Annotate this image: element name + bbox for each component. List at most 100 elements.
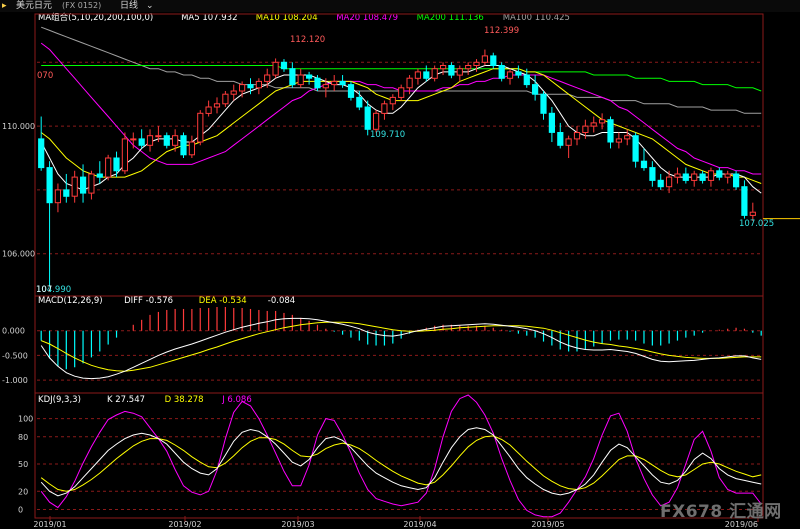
j-line: [40, 394, 762, 518]
candle-body: [716, 170, 723, 178]
candle-body: [414, 71, 421, 79]
candle-body: [590, 122, 597, 127]
y-tick-label: 110.000: [2, 122, 35, 131]
candle-body: [666, 176, 673, 188]
candle-body: [682, 173, 689, 181]
candle-body: [222, 93, 229, 105]
candle-body: [448, 65, 455, 76]
candle-body: [63, 189, 70, 197]
candle-body: [615, 138, 622, 143]
candle-body: [54, 189, 61, 204]
k-line: [40, 427, 762, 497]
candle-body: [138, 138, 145, 146]
y-tick-label: 106.000: [2, 250, 35, 259]
candle-body: [197, 112, 204, 143]
candle-body: [389, 96, 396, 105]
candle-body: [255, 80, 262, 89]
watermark-logo: FX678 汇通网: [660, 502, 782, 522]
candle-body: [431, 68, 438, 79]
ma20-line: [40, 42, 762, 175]
candle-body: [213, 103, 221, 108]
last-price-label: 107.025: [739, 219, 774, 229]
candle-body: [573, 132, 581, 140]
x-tick-label: 2019/01: [33, 520, 66, 529]
candle-body: [498, 65, 505, 79]
candle-body: [649, 167, 656, 181]
x-tick-label: 2019/03: [281, 520, 314, 529]
candle-body: [381, 103, 388, 114]
candle-body: [373, 112, 380, 130]
candle-body: [624, 135, 631, 140]
candle-body: [347, 84, 355, 98]
dea-line: [41, 321, 762, 372]
candle-body: [356, 96, 363, 108]
candle-body: [239, 84, 246, 92]
candle-body: [741, 186, 748, 216]
y-tick-label: -1.000: [2, 376, 28, 385]
candle-body: [532, 84, 539, 95]
candle-body: [88, 173, 95, 194]
x-tick-label: 2019/02: [168, 520, 201, 529]
candle-body: [96, 173, 103, 178]
candle-body: [247, 84, 254, 89]
candle-body: [699, 173, 706, 181]
y-tick-label: 80: [18, 433, 28, 442]
candle-body: [297, 74, 304, 86]
pane-frame: [34, 295, 764, 394]
candle-body: [46, 167, 53, 204]
left-label: 070: [37, 71, 53, 81]
diff-line: [40, 317, 762, 380]
candle-body: [38, 138, 45, 169]
candle-body: [523, 74, 530, 86]
candle-body: [565, 138, 572, 146]
candle-body: [724, 173, 731, 178]
candle-body: [280, 61, 288, 70]
pane-frame: [34, 392, 764, 519]
candle-body: [155, 135, 162, 138]
candle-body: [71, 176, 78, 197]
candle-body: [440, 65, 447, 70]
candle-body: [180, 135, 187, 156]
candle-body: [473, 61, 480, 66]
candle-body: [707, 170, 715, 181]
y-tick-label: 100: [18, 415, 33, 424]
candle-body: [582, 125, 589, 133]
candle-body: [674, 173, 681, 178]
high-label: 112.120: [290, 35, 325, 45]
candle-body: [172, 135, 179, 146]
candle-body: [230, 90, 237, 95]
candle-body: [205, 106, 212, 114]
candle-body: [423, 71, 430, 79]
candle-body: [105, 157, 112, 178]
candle-body: [146, 135, 154, 146]
candle-body: [406, 77, 413, 89]
candle-body: [599, 119, 606, 124]
candle-body: [121, 138, 129, 172]
candle-body: [188, 141, 196, 156]
candle-body: [506, 71, 514, 79]
candle-body: [548, 112, 555, 133]
candle-body: [657, 179, 664, 188]
candle-body: [465, 65, 472, 70]
x-tick-label: 2019/05: [531, 520, 564, 529]
candle-body: [272, 61, 279, 76]
candle-body: [306, 74, 313, 79]
d-line: [40, 435, 762, 492]
candle-body: [632, 135, 639, 162]
x-tick-label: 2019/04: [403, 520, 436, 529]
candle-body: [640, 160, 648, 169]
candle-body: [691, 173, 698, 181]
candle-body: [289, 68, 296, 86]
y-tick-label: 20: [18, 487, 28, 496]
candle-body: [314, 77, 321, 89]
candle-body: [398, 87, 405, 98]
candle-body: [557, 132, 564, 146]
candle-body: [264, 74, 271, 82]
candle-body: [733, 173, 740, 188]
y-tick-label: 50: [18, 460, 28, 469]
candle-body: [490, 55, 497, 67]
candle-body: [113, 157, 120, 172]
candle-body: [163, 135, 170, 146]
stock-chart[interactable]: 110.000 106.000 112.120 112.399 070 109.710 10…: [0, 0, 800, 529]
candle-body: [540, 93, 547, 114]
